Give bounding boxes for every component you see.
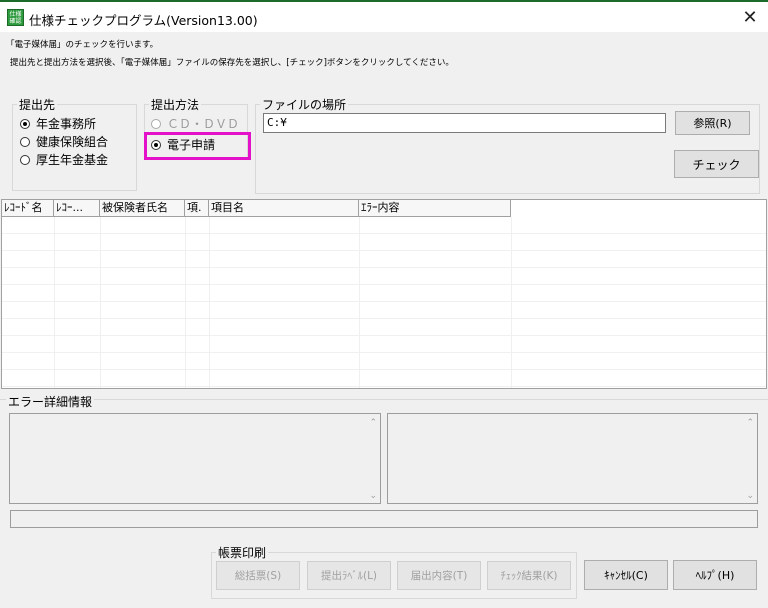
error-summary-field [10,510,758,528]
col-record-no[interactable]: ﾚｺｰ... [54,200,100,216]
highlight-box [144,132,251,160]
radio-dot [20,154,30,165]
grid-divider [185,217,186,388]
grid-divider [209,217,210,388]
close-icon[interactable]: ✕ [732,4,768,32]
check-button[interactable]: チェック [674,150,759,178]
col-error-content[interactable]: ｴﾗｰ内容 [359,200,511,216]
print-legend: 帳票印刷 [216,544,269,561]
error-detail-right-panel[interactable]: ⌃ ⌄ [387,413,758,504]
results-grid[interactable]: ﾚｺｰﾄﾞ名 ﾚｺｰ... 被保険者氏名 項. 項目名 ｴﾗｰ内容 [1,199,767,389]
browse-button[interactable]: 参照(R) [675,111,750,135]
help-button[interactable]: ﾍﾙﾌﾟ(H) [673,560,757,590]
check-result-button[interactable]: ﾁｪｯｸ結果(K) [487,561,571,590]
file-location-legend: ファイルの場所 [260,96,349,113]
summary-sheet-button[interactable]: 総括票(S) [216,561,300,590]
radio-label: 厚生年金基金 [36,153,109,167]
error-detail-left-panel[interactable]: ⌃ ⌄ [9,413,381,504]
scroll-up-icon[interactable]: ⌃ [369,418,377,428]
grid-divider [100,217,101,388]
scroll-up-icon[interactable]: ⌃ [746,418,754,428]
grid-rows [2,217,766,388]
cancel-button[interactable]: ｷｬﾝｾﾙ(C) [584,560,668,590]
destination-legend: 提出先 [17,96,58,113]
instruction-line-2: 提出先と提出方法を選択後、「電子媒体届」ファイルの保存先を選択し、[チェック]ボ… [10,58,454,68]
title-bar: 仕様 確認 仕様チェックプログラム(Version13.00) ✕ [0,0,768,32]
grid-header: ﾚｺｰﾄﾞ名 ﾚｺｰ... 被保険者氏名 項. 項目名 ｴﾗｰ内容 [2,200,511,217]
grid-divider [511,217,512,388]
grid-divider [54,217,55,388]
radio-cd-dvd[interactable]: ＣＤ・ＤＶＤ [151,115,239,132]
app-icon: 仕様 確認 [7,9,24,26]
scroll-down-icon[interactable]: ⌄ [369,491,377,501]
radio-dot [151,118,161,129]
notification-content-button[interactable]: 届出内容(T) [397,561,481,590]
scroll-down-icon[interactable]: ⌄ [746,491,754,501]
instruction-line-1: 「電子媒体届」のチェックを行います。 [6,40,159,50]
radio-dot [20,136,30,147]
submission-label-button[interactable]: 提出ﾗﾍﾞﾙ(L) [307,561,391,590]
window-title: 仕様チェックプログラム(Version13.00) [29,13,258,28]
radio-label: ＣＤ・ＤＶＤ [167,117,240,131]
radio-pension-fund[interactable]: 厚生年金基金 [20,151,108,168]
radio-label: 健康保険組合 [36,135,109,149]
radio-health-insurance-union[interactable]: 健康保険組合 [20,133,108,150]
file-path-input[interactable]: C:¥ [263,113,666,133]
grid-divider [359,217,360,388]
col-item-name[interactable]: 項目名 [209,200,359,216]
error-detail-legend: エラー詳細情報 [6,393,95,410]
radio-pension-office[interactable]: 年金事務所 [20,115,96,132]
radio-dot [20,118,30,129]
radio-label: 年金事務所 [36,117,97,131]
col-item-no[interactable]: 項. [185,200,209,216]
method-legend: 提出方法 [149,96,202,113]
col-insured-name[interactable]: 被保険者氏名 [100,200,185,216]
col-record-name[interactable]: ﾚｺｰﾄﾞ名 [2,200,54,216]
